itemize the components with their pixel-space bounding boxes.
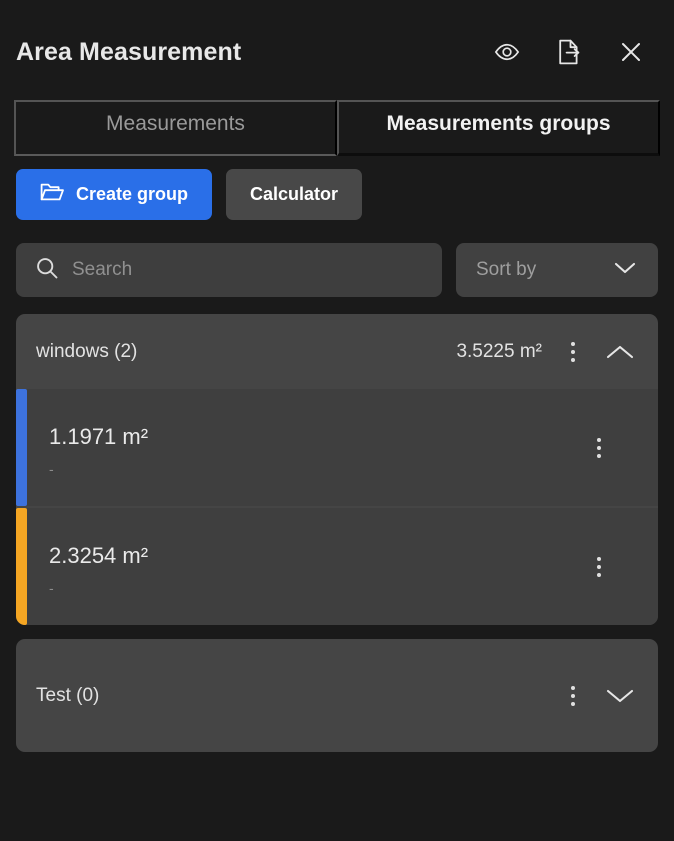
group-name: windows (2) — [36, 340, 138, 362]
search-box[interactable] — [16, 243, 442, 297]
measurement-actions — [586, 508, 658, 625]
measurement-subtitle: - — [49, 460, 54, 477]
measurement-actions — [586, 389, 658, 506]
tab-bar: Measurements Measurements groups — [0, 100, 674, 156]
toolbar: Create group Calculator — [0, 156, 674, 220]
measurement-value: 2.3254 m² — [49, 542, 149, 568]
group-menu-button[interactable] — [560, 337, 586, 367]
measurement-row[interactable]: 1.1971 m² - — [16, 389, 658, 506]
measurement-color-bar — [16, 508, 27, 625]
chevron-down-icon[interactable] — [604, 680, 636, 712]
measurement-list: 1.1971 m² - 2.3254 m² - — [16, 389, 658, 625]
measurement-menu-button[interactable] — [586, 433, 612, 463]
close-icon[interactable] — [618, 39, 644, 65]
group-header[interactable]: windows (2) 3.5225 m² — [16, 314, 658, 389]
measurement-row[interactable]: 2.3254 m² - — [16, 508, 658, 625]
group-header[interactable]: Test (0) — [16, 639, 658, 752]
panel-header: Area Measurement — [0, 0, 674, 100]
group-name: Test (0) — [36, 684, 100, 706]
tab-measurements[interactable]: Measurements — [14, 100, 337, 156]
measurement-menu-button[interactable] — [586, 552, 612, 582]
search-row: Sort by — [0, 220, 674, 297]
tab-measurements-groups[interactable]: Measurements groups — [337, 100, 660, 156]
create-group-button[interactable]: Create group — [16, 169, 213, 220]
group-menu-button[interactable] — [560, 681, 586, 711]
eye-icon[interactable] — [494, 39, 520, 65]
measurement-subtitle: - — [49, 579, 54, 596]
sort-by-dropdown[interactable]: Sort by — [456, 243, 658, 297]
page-title: Area Measurement — [16, 37, 242, 66]
chevron-down-icon — [614, 261, 636, 280]
group-total-area: 3.5225 m² — [456, 340, 542, 362]
folder-icon — [40, 182, 64, 207]
measurement-groups-list: windows (2) 3.5225 m² 1.1971 m² - 2.3254… — [0, 297, 674, 841]
calculator-button[interactable]: Calculator — [226, 169, 363, 220]
measurement-color-bar — [16, 389, 27, 506]
measurement-body: 2.3254 m² - — [27, 508, 586, 625]
group-card: Test (0) — [16, 639, 658, 752]
file-export-icon[interactable] — [556, 39, 582, 65]
header-actions — [494, 35, 644, 65]
search-icon — [36, 257, 58, 284]
chevron-up-icon[interactable] — [604, 336, 636, 368]
measurement-value: 1.1971 m² — [49, 423, 149, 449]
search-input[interactable] — [72, 259, 422, 281]
create-group-label: Create group — [76, 184, 189, 204]
area-measurement-panel: Area Measurement Measurements Measuremen… — [0, 0, 674, 841]
sort-by-label: Sort by — [476, 259, 537, 280]
group-card: windows (2) 3.5225 m² 1.1971 m² - 2.3254… — [16, 314, 658, 625]
measurement-body: 1.1971 m² - — [27, 389, 586, 506]
